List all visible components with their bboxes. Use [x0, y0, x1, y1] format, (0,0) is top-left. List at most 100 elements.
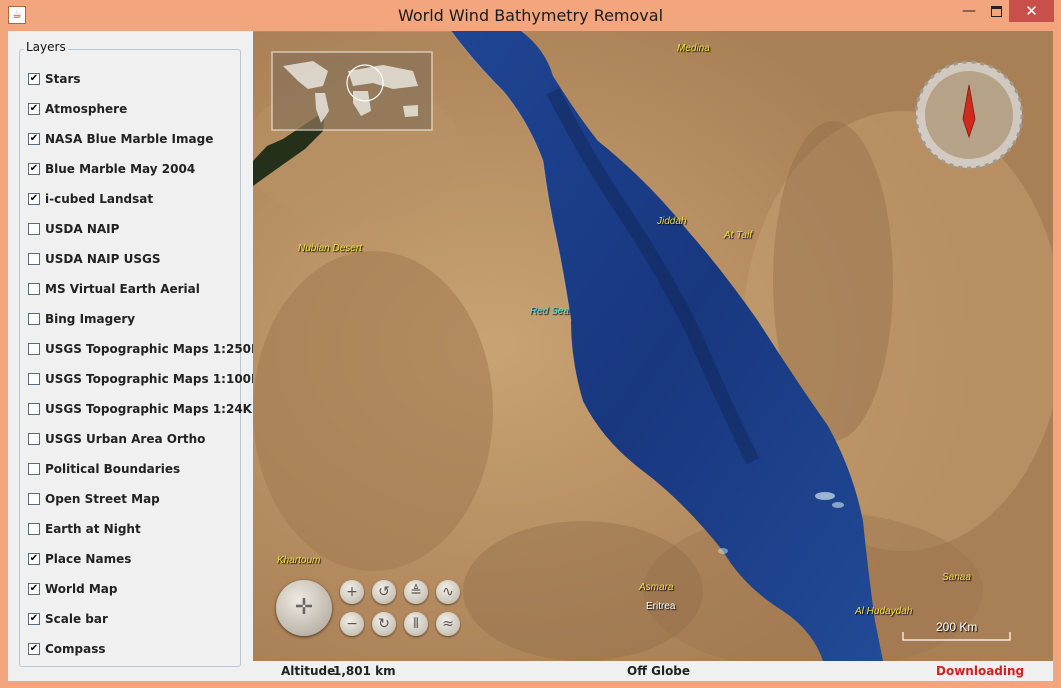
- maximize-icon: [990, 6, 1002, 17]
- checked-checkbox[interactable]: ✔: [28, 613, 40, 625]
- layer-checkbox-row[interactable]: ✔ World Map: [28, 579, 117, 599]
- land-shade: [253, 251, 493, 571]
- minimize-button[interactable]: —: [955, 0, 983, 22]
- layer-label[interactable]: Blue Marble May 2004: [45, 162, 195, 176]
- layer-label[interactable]: USGS Topographic Maps 1:100K: [45, 372, 260, 386]
- checked-checkbox[interactable]: ✔: [28, 103, 40, 115]
- layer-checkbox-row[interactable]: ✔ Compass: [28, 639, 106, 659]
- place-label-nubian-desert: Nubian Desert: [298, 243, 362, 254]
- layer-checkbox-row[interactable]: ✔ Atmosphere: [28, 99, 127, 119]
- unchecked-checkbox[interactable]: [28, 313, 40, 325]
- pan-control[interactable]: ✛: [276, 580, 332, 636]
- layer-label[interactable]: Earth at Night: [45, 522, 141, 536]
- pan-arrows-icon: ✛: [294, 595, 314, 620]
- pitch-down-button[interactable]: ⦀: [404, 612, 428, 636]
- layer-label[interactable]: Political Boundaries: [45, 462, 180, 476]
- unchecked-checkbox[interactable]: [28, 523, 40, 535]
- layer-checkbox-row[interactable]: USDA NAIP USGS: [28, 249, 160, 269]
- exaggeration-up-button[interactable]: ∿: [436, 580, 460, 604]
- layer-label[interactable]: NASA Blue Marble Image: [45, 132, 213, 146]
- layer-label[interactable]: USGS Topographic Maps 1:24K: [45, 402, 252, 416]
- close-button[interactable]: ✕: [1009, 0, 1054, 22]
- pitch-up-icon: ≜: [410, 584, 422, 600]
- layer-checkbox-row[interactable]: ✔ Scale bar: [28, 609, 108, 629]
- layer-checkbox-row[interactable]: ✔ Place Names: [28, 549, 131, 569]
- place-label-sanaa: Sanaa: [942, 572, 971, 583]
- zoom-in-button[interactable]: +: [340, 580, 364, 604]
- layer-checkbox-row[interactable]: ✔ i-cubed Landsat: [28, 189, 153, 209]
- checked-checkbox[interactable]: ✔: [28, 193, 40, 205]
- checked-checkbox[interactable]: ✔: [28, 583, 40, 595]
- zoom-out-button[interactable]: −: [340, 612, 364, 636]
- rotate-left-icon: ↺: [378, 584, 390, 600]
- layer-checkbox-row[interactable]: ✔ Blue Marble May 2004: [28, 159, 195, 179]
- minus-icon: −: [346, 616, 358, 632]
- pitch-up-button[interactable]: ≜: [404, 580, 428, 604]
- unchecked-checkbox[interactable]: [28, 433, 40, 445]
- unchecked-checkbox[interactable]: [28, 463, 40, 475]
- status-bar: Altitude 1,801 km Off Globe Downloading: [253, 661, 1053, 681]
- scale-bar-label: 200 Km: [936, 620, 978, 634]
- title-bar[interactable]: ☕ World Wind Bathymetry Removal — ✕: [0, 0, 1061, 31]
- checked-checkbox[interactable]: ✔: [28, 553, 40, 565]
- layer-checkbox-row[interactable]: Open Street Map: [28, 489, 160, 509]
- window-title: World Wind Bathymetry Removal: [397, 6, 664, 25]
- unchecked-checkbox[interactable]: [28, 283, 40, 295]
- heading-right-button[interactable]: ↻: [372, 612, 396, 636]
- compass[interactable]: [914, 60, 1024, 170]
- layer-label[interactable]: Atmosphere: [45, 102, 127, 116]
- layer-label[interactable]: Open Street Map: [45, 492, 160, 506]
- layer-label[interactable]: Stars: [45, 72, 81, 86]
- layer-label[interactable]: USDA NAIP: [45, 222, 119, 236]
- client-area: Layers ✔ Stars ✔ Atmosphere ✔ NASA Blue Marbl…: [8, 31, 1053, 681]
- unchecked-checkbox[interactable]: [28, 343, 40, 355]
- checked-checkbox[interactable]: ✔: [28, 163, 40, 175]
- exaggeration-down-button[interactable]: ≈: [436, 612, 460, 636]
- layer-checkbox-row[interactable]: ✔ Stars: [28, 69, 81, 89]
- layer-checkbox-row[interactable]: USGS Topographic Maps 1:24K: [28, 399, 252, 419]
- island: [718, 548, 728, 554]
- terrain-up-icon: ∿: [442, 584, 454, 600]
- layer-label[interactable]: Scale bar: [45, 612, 108, 626]
- unchecked-checkbox[interactable]: [28, 493, 40, 505]
- altitude-value: 1,801 km: [333, 664, 396, 678]
- layer-checkbox-row[interactable]: MS Virtual Earth Aerial: [28, 279, 200, 299]
- satellite-map[interactable]: [253, 31, 1053, 661]
- rotate-right-icon: ↻: [378, 616, 390, 632]
- unchecked-checkbox[interactable]: [28, 373, 40, 385]
- terrain-down-icon: ≈: [442, 616, 454, 632]
- heading-left-button[interactable]: ↺: [372, 580, 396, 604]
- unchecked-checkbox[interactable]: [28, 223, 40, 235]
- layer-label[interactable]: Compass: [45, 642, 106, 656]
- layer-checkbox-row[interactable]: Bing Imagery: [28, 309, 135, 329]
- place-label-at-taif: At Taif: [724, 230, 752, 241]
- checked-checkbox[interactable]: ✔: [28, 73, 40, 85]
- unchecked-checkbox[interactable]: [28, 403, 40, 415]
- place-label-asmara: Asmara: [639, 582, 674, 593]
- layer-checkbox-row[interactable]: ✔ NASA Blue Marble Image: [28, 129, 213, 149]
- layer-checkbox-row[interactable]: USGS Topographic Maps 1:250K: [28, 339, 260, 359]
- layer-label[interactable]: MS Virtual Earth Aerial: [45, 282, 200, 296]
- layer-label[interactable]: Place Names: [45, 552, 131, 566]
- layer-checkbox-row[interactable]: Political Boundaries: [28, 459, 180, 479]
- maximize-button[interactable]: [983, 0, 1009, 22]
- layer-checkbox-row[interactable]: USGS Urban Area Ortho: [28, 429, 205, 449]
- layer-checkbox-row[interactable]: USDA NAIP: [28, 219, 119, 239]
- layer-label[interactable]: USDA NAIP USGS: [45, 252, 160, 266]
- unchecked-checkbox[interactable]: [28, 253, 40, 265]
- layer-checkbox-row[interactable]: Earth at Night: [28, 519, 141, 539]
- layer-label[interactable]: USGS Topographic Maps 1:250K: [45, 342, 260, 356]
- position-status: Off Globe: [627, 664, 691, 678]
- mini-world-map[interactable]: [271, 51, 433, 131]
- world-wind-globe-view[interactable]: Medina Jiddah At Taif Nubian Desert Red …: [253, 31, 1053, 661]
- layer-checkbox-row[interactable]: USGS Topographic Maps 1:100K: [28, 369, 260, 389]
- layer-label[interactable]: i-cubed Landsat: [45, 192, 153, 206]
- layer-label[interactable]: World Map: [45, 582, 117, 596]
- application-window: ☕ World Wind Bathymetry Removal — ✕ Laye…: [0, 0, 1061, 688]
- layer-label[interactable]: Bing Imagery: [45, 312, 135, 326]
- place-label-medina: Medina: [677, 43, 710, 54]
- checked-checkbox[interactable]: ✔: [28, 133, 40, 145]
- layers-panel: Layers ✔ Stars ✔ Atmosphere ✔ NASA Blue Marbl…: [19, 40, 260, 667]
- layer-label[interactable]: USGS Urban Area Ortho: [45, 432, 205, 446]
- checked-checkbox[interactable]: ✔: [28, 643, 40, 655]
